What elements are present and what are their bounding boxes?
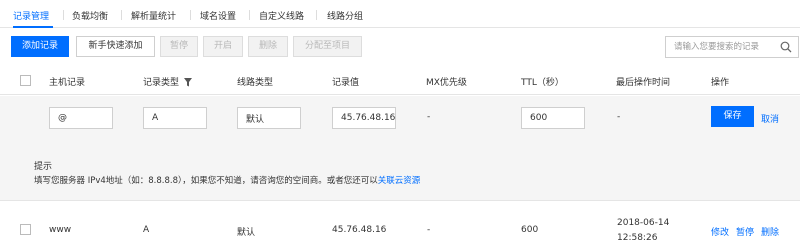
table-row: www A 默认 45.76.48.16 - 600 2018-06-14 12… [0, 212, 800, 250]
enable-button[interactable]: 开启 [203, 36, 243, 57]
hint-title: 提示 [34, 162, 53, 172]
row-type: A [143, 225, 150, 235]
tab-record-management[interactable]: 记录管理 [13, 9, 49, 22]
edit-record-row: - - 保存 取消 [0, 96, 800, 142]
row-checkbox[interactable] [20, 224, 31, 235]
value-input[interactable] [332, 107, 396, 129]
mx-value: - [427, 112, 431, 122]
type-select[interactable] [143, 107, 207, 129]
column-header-mx: MX优先级 [426, 78, 467, 88]
last-op-value: - [617, 112, 621, 122]
tab-line-groups[interactable]: 线路分组 [327, 9, 363, 22]
column-header-actions: 操作 [711, 78, 730, 88]
toolbar: 添加记录 新手快速添加 暂停 开启 删除 分配至项目 [0, 36, 800, 58]
column-header-type-label: 记录类型 [143, 78, 180, 88]
ttl-input[interactable] [521, 107, 585, 129]
column-header-ttl: TTL（秒） [521, 78, 564, 88]
cancel-link[interactable]: 取消 [761, 112, 779, 125]
tab-divider [190, 10, 191, 20]
edit-link[interactable]: 修改 [711, 225, 729, 238]
row-date: 2018-06-14 [617, 218, 670, 228]
tab-divider [63, 10, 64, 20]
tab-resolution-stats[interactable]: 解析量统计 [131, 9, 176, 22]
pause-button[interactable]: 暂停 [160, 36, 198, 57]
add-record-button[interactable]: 添加记录 [11, 36, 69, 57]
pause-link[interactable]: 暂停 [736, 225, 754, 238]
column-header-last-op: 最后操作时间 [616, 78, 671, 88]
delete-button[interactable]: 删除 [248, 36, 288, 57]
table-header: 主机记录 记录类型 线路类型 记录值 MX优先级 TTL（秒） 最后操作时间 操… [0, 66, 800, 95]
column-header-type: 记录类型 [143, 75, 193, 88]
tab-divider [316, 10, 317, 20]
row-host: www [49, 225, 72, 235]
assign-project-button[interactable]: 分配至项目 [293, 36, 362, 57]
column-header-host: 主机记录 [49, 78, 86, 88]
delete-link[interactable]: 删除 [761, 225, 779, 238]
hint-message: 填写您服务器 IPv4地址（如：8.8.8.8），如果您不知道，请咨询您的空间商… [34, 176, 378, 186]
line-select[interactable] [237, 107, 301, 129]
host-input[interactable] [49, 107, 113, 129]
column-header-line: 线路类型 [237, 78, 274, 88]
tab-custom-lines[interactable]: 自定义线路 [259, 9, 304, 22]
row-value: 45.76.48.16 [332, 225, 387, 235]
row-mx: - [427, 225, 431, 235]
tab-divider [121, 10, 122, 20]
quick-add-button[interactable]: 新手快速添加 [76, 36, 155, 57]
search-icon[interactable] [780, 41, 792, 53]
select-all-checkbox[interactable] [20, 75, 31, 86]
search-box [665, 36, 799, 58]
row-line: 默认 [237, 228, 256, 238]
tab-bar: 记录管理 负载均衡 解析量统计 域名设置 自定义线路 线路分组 [0, 0, 800, 28]
search-input[interactable] [666, 37, 776, 57]
link-cloud-resource[interactable]: 关联云资源 [378, 176, 421, 186]
filter-icon[interactable] [184, 78, 193, 87]
tab-domain-settings[interactable]: 域名设置 [200, 9, 236, 22]
save-button[interactable]: 保存 [711, 106, 754, 127]
tab-load-balancing[interactable]: 负载均衡 [72, 9, 108, 22]
row-time: 12:58:26 [617, 233, 658, 243]
row-ttl: 600 [521, 225, 539, 235]
hint-text: 填写您服务器 IPv4地址（如：8.8.8.8），如果您不知道，请咨询您的空间商… [34, 174, 420, 186]
tab-divider [249, 10, 250, 20]
active-tab-indicator [13, 26, 53, 28]
hint-panel: 提示 填写您服务器 IPv4地址（如：8.8.8.8），如果您不知道，请咨询您的… [0, 142, 800, 201]
column-header-value: 记录值 [332, 78, 360, 88]
